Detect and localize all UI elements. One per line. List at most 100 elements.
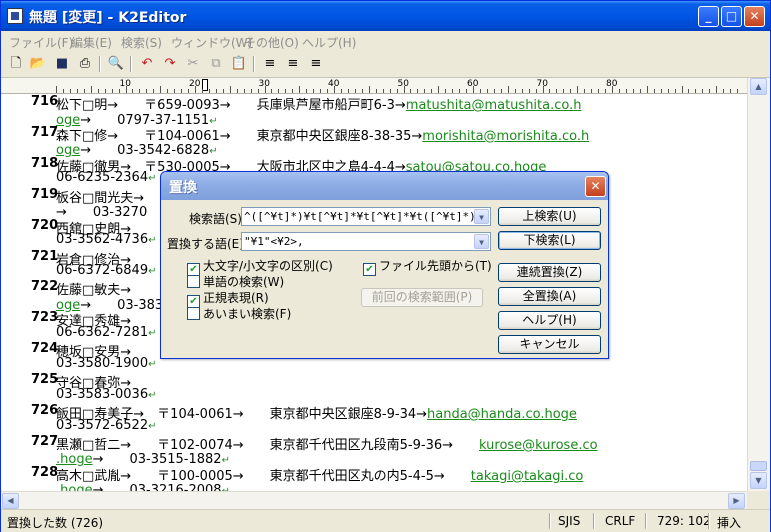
ruler-tick: [514, 89, 516, 93]
phone-text: → 03-3216-2008: [92, 483, 222, 491]
ruler-tick: [167, 89, 169, 93]
menu-other[interactable]: その他(O): [244, 34, 299, 51]
ruler-tick: [181, 89, 183, 93]
checkbox-fuzzy[interactable]: あいまい検索(F): [187, 305, 291, 322]
ruler-tick: [139, 89, 141, 93]
line-number: 723: [31, 310, 59, 326]
ruler-tick: [716, 86, 718, 93]
help-button[interactable]: ヘルプ(H): [498, 311, 601, 330]
title-bar[interactable]: 無題 [変更] - K2Editor _ □ ✕: [1, 1, 770, 31]
ruler-tick: [118, 89, 120, 93]
search-dropdown-icon[interactable]: ▼: [474, 209, 489, 224]
search-icon[interactable]: 🔍: [107, 55, 125, 73]
search-down-button[interactable]: 下検索(L): [498, 231, 601, 250]
ruler-tick: [69, 89, 71, 93]
app-icon[interactable]: [7, 8, 23, 24]
align-right-icon[interactable]: ≡: [307, 55, 325, 73]
ruler-label: 70: [536, 79, 548, 89]
checkbox-word[interactable]: 単語の検索(W): [187, 273, 284, 290]
newline-mark: ↵: [148, 173, 157, 185]
scroll-up-icon[interactable]: ▲: [750, 78, 767, 95]
redo-icon[interactable]: ↷: [161, 55, 179, 73]
vertical-scroll-thumb[interactable]: [750, 461, 767, 471]
new-file-icon[interactable]: 🗋: [7, 55, 25, 73]
scroll-left-icon[interactable]: ◀: [2, 493, 19, 509]
horizontal-scrollbar[interactable]: ◀ ▶: [1, 491, 747, 510]
undo-icon[interactable]: ↶: [138, 55, 156, 73]
menu-help[interactable]: ヘルプ(H): [302, 34, 356, 51]
continuous-replace-button[interactable]: 連続置換(Z): [498, 263, 601, 282]
checkbox-fuzzy-box[interactable]: [187, 307, 200, 320]
ruler-label: 60: [467, 79, 479, 89]
open-folder-icon[interactable]: 📂: [29, 55, 47, 73]
checkbox-regex-label: 正規表現(R): [203, 291, 269, 305]
ruler-tick: [681, 86, 683, 93]
email-text: handa@handa.co.hoge: [427, 407, 577, 422]
ruler-tick: [466, 89, 468, 93]
scroll-right-icon[interactable]: ▶: [728, 493, 745, 509]
status-encoding: SJIS: [558, 514, 581, 528]
text-line-wrap: .hoge→ 03-3216-2008↵: [56, 479, 230, 491]
ruler-tick: [528, 89, 530, 93]
align-center-icon[interactable]: ≡: [284, 55, 302, 73]
minimize-button[interactable]: _: [698, 6, 719, 27]
status-newline: CRLF: [605, 514, 636, 528]
phone-text: 03-3583-0036: [56, 386, 149, 402]
status-bar: 置換した数 (726) SJIS CRLF 729: 102 挿入: [1, 509, 770, 532]
search-combo[interactable]: ^([^¥t]*)¥t[^¥t]*¥t[^¥t]*¥t([^¥t]*)¥t. ▼: [241, 207, 491, 226]
paste-icon[interactable]: 📋: [230, 55, 248, 73]
ruler-tick: [688, 89, 690, 93]
dialog-title-bar[interactable]: 置換 ✕: [161, 172, 608, 200]
checkbox-from-top-box[interactable]: ✔: [363, 263, 376, 276]
copy-icon[interactable]: ⧉: [207, 55, 225, 73]
ruler-tick: [598, 89, 600, 93]
checkbox-fuzzy-label: あいまい検索(F): [203, 307, 292, 321]
ruler-tick: [347, 89, 349, 93]
ruler-tick: [56, 86, 57, 93]
replace-dropdown-icon[interactable]: ▼: [474, 234, 489, 249]
replace-combo[interactable]: "¥1"<¥2>, ▼: [241, 232, 491, 251]
ruler-tick: [354, 89, 356, 93]
save-icon[interactable]: ■: [53, 55, 71, 73]
print-icon[interactable]: ⎙: [76, 55, 94, 73]
dialog-close-button[interactable]: ✕: [585, 176, 606, 197]
replace-all-button[interactable]: 全置換(A): [498, 287, 601, 306]
checkbox-from-top[interactable]: ✔ ファイル先頭から(T): [363, 257, 492, 276]
ruler-tick: [632, 89, 634, 93]
line-number: 717: [31, 124, 59, 140]
ruler-tick: [556, 89, 558, 93]
search-input[interactable]: ^([^¥t]*)¥t[^¥t]*¥t[^¥t]*¥t([^¥t]*)¥t.: [244, 210, 474, 223]
vertical-scrollbar[interactable]: ▲ ▼: [747, 78, 770, 491]
ruler-tick: [646, 86, 648, 93]
ruler-tick: [486, 89, 488, 93]
ruler-label: 30: [258, 79, 270, 89]
line-number: 716: [31, 94, 59, 109]
scroll-down-icon[interactable]: ▼: [750, 472, 767, 489]
ruler-tick: [90, 86, 92, 93]
cancel-button[interactable]: キャンセル: [498, 335, 601, 354]
maximize-button[interactable]: □: [721, 6, 742, 27]
prev-range-button[interactable]: 前回の検索範囲(P): [361, 288, 483, 307]
ruler-tick: [222, 89, 224, 93]
cut-icon[interactable]: ✂: [184, 55, 202, 73]
ruler-tick: [417, 89, 419, 93]
ruler-tick: [285, 89, 287, 93]
menu-file[interactable]: ファイル(F): [9, 34, 73, 51]
newline-mark: ↵: [148, 358, 157, 370]
close-button[interactable]: ✕: [744, 6, 765, 27]
status-message: 置換した数 (726): [7, 516, 104, 530]
phone-text: 06-6372-6849: [56, 263, 149, 278]
menu-edit[interactable]: 編集(E): [71, 34, 112, 51]
checkbox-word-box[interactable]: [187, 275, 200, 288]
ruler-tick: [104, 89, 106, 93]
replace-input[interactable]: "¥1"<¥2>,: [244, 235, 474, 248]
align-left-icon[interactable]: ≡: [261, 55, 279, 73]
search-up-button[interactable]: 上検索(U): [498, 207, 601, 226]
email-text: takagi@takagi.co: [470, 468, 584, 484]
ruler-tick: [132, 89, 134, 93]
menu-window[interactable]: ウィンドウ(W): [171, 34, 252, 51]
line-number: 728: [31, 464, 59, 480]
ruler-tick: [737, 89, 739, 93]
text-line-wrap: 06-6362-7281↵: [56, 325, 156, 340]
menu-search[interactable]: 検索(S): [121, 34, 162, 51]
